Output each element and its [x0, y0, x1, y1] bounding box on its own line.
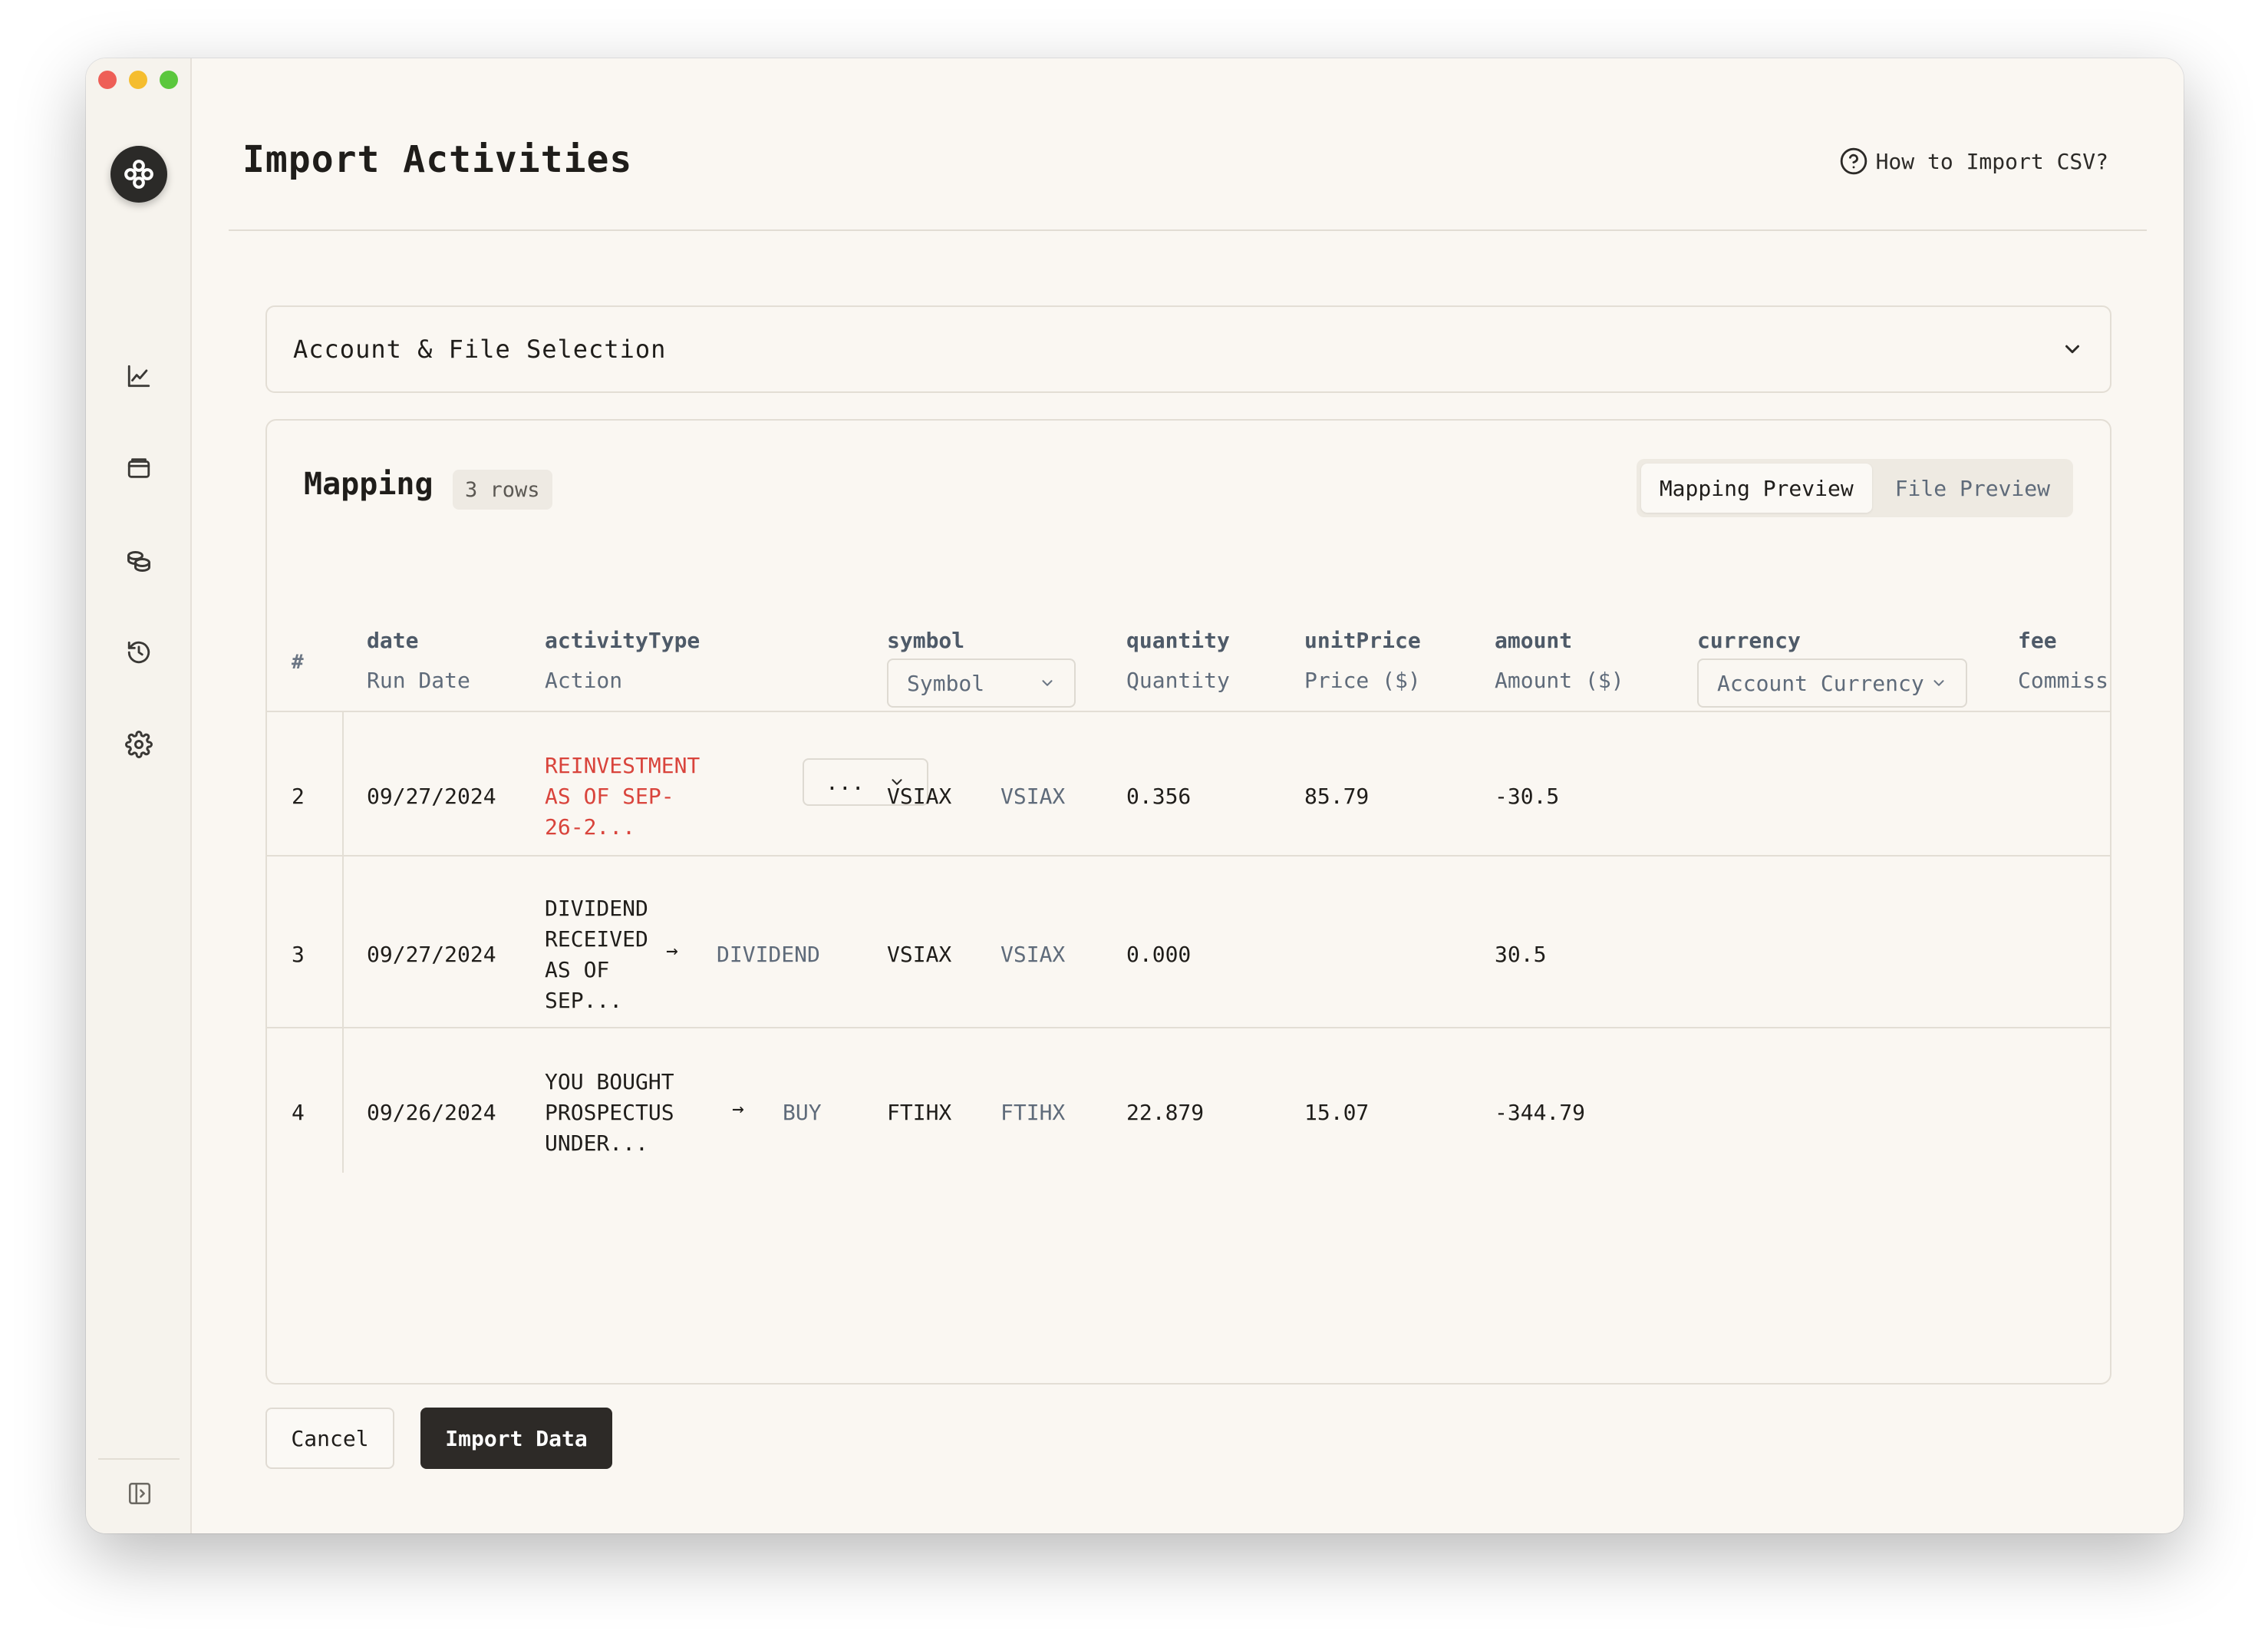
row-symbol-mapped: VSIAX — [1000, 942, 1066, 967]
activity-type-select-value: ... — [826, 769, 865, 795]
column-key-date: date — [367, 628, 419, 653]
app-window: Import Activities How to Import CSV? Acc… — [86, 58, 2184, 1533]
accordion-title: Account & File Selection — [293, 335, 667, 364]
minimize-window-button[interactable] — [129, 71, 147, 89]
page-title: Import Activities — [242, 138, 633, 181]
column-sub-fee: Commiss — [2018, 668, 2109, 693]
mapping-arrow: → — [732, 1097, 744, 1121]
row-quantity: 22.879 — [1126, 1100, 1205, 1125]
question-circle-icon — [1840, 147, 1867, 175]
row-number-header: # — [292, 651, 304, 674]
currency-column-select[interactable]: Account Currency — [1697, 658, 1967, 708]
row-action-line: 26-2... — [545, 814, 636, 840]
tab-file-preview[interactable]: File Preview — [1877, 464, 2069, 513]
column-sub-date: Run Date — [367, 668, 470, 693]
cancel-button[interactable]: Cancel — [265, 1408, 394, 1469]
row-action-line: YOU BOUGHT — [545, 1069, 674, 1094]
row-unit-price: 85.79 — [1304, 784, 1370, 809]
row-action-line: RECEIVED — [545, 926, 648, 952]
row-action-line: UNDER... — [545, 1130, 648, 1156]
row-symbol-raw: VSIAX — [887, 942, 952, 967]
row-action-line: SEP... — [545, 988, 623, 1013]
row-action-text: REINVESTMENT AS OF SEP- 26-2... — [545, 751, 700, 843]
chevron-down-icon — [1042, 680, 1053, 686]
row-quantity: 0.356 — [1126, 784, 1192, 809]
row-action-line: PROSPECTUS — [545, 1100, 674, 1125]
row-symbol-mapped: FTIHX — [1000, 1100, 1066, 1125]
history-icon[interactable] — [122, 635, 156, 669]
column-key-symbol: symbol — [887, 628, 965, 653]
row-symbol-raw: FTIHX — [887, 1100, 952, 1125]
row-action-line: DIVIDEND — [545, 896, 648, 921]
currency-column-select-value: Account Currency — [1717, 670, 1924, 696]
table-header-divider — [267, 711, 2110, 712]
row-date: 09/27/2024 — [367, 942, 496, 967]
row-action-text: YOU BOUGHT PROSPECTUS UNDER... — [545, 1067, 674, 1159]
column-key-quantity: quantity — [1126, 628, 1230, 653]
zoom-window-button[interactable] — [160, 71, 178, 89]
symbol-column-select[interactable]: Symbol — [887, 658, 1076, 708]
row-mapped-type[interactable]: DIVIDEND — [717, 939, 820, 970]
sidebar-toggle-icon[interactable] — [124, 1478, 155, 1509]
app-logo-icon[interactable] — [110, 146, 167, 203]
symbol-column-select-value: Symbol — [907, 670, 985, 696]
rows-count-badge: 3 rows — [453, 470, 552, 510]
chevron-down-icon — [1933, 680, 1944, 686]
help-link-label: How to Import CSV? — [1875, 148, 2108, 174]
row-number-divider — [342, 712, 344, 1173]
row-mapped-type[interactable]: BUY — [783, 1097, 822, 1128]
close-window-button[interactable] — [98, 71, 117, 89]
column-sub-quantity: Quantity — [1126, 668, 1230, 693]
row-symbol-raw: VSIAX — [887, 784, 952, 809]
gear-icon[interactable] — [122, 728, 156, 761]
column-sub-amount: Amount ($) — [1495, 668, 1624, 693]
row-quantity: 0.000 — [1126, 942, 1192, 967]
column-key-currency: currency — [1697, 628, 1801, 653]
header-divider — [229, 229, 2147, 231]
column-sub-activity-type: Action — [545, 668, 623, 693]
account-file-selection-accordion[interactable]: Account & File Selection — [265, 305, 2111, 393]
row-action-line: AS OF SEP- — [545, 784, 674, 809]
row-divider — [267, 855, 2110, 857]
sidebar-divider — [98, 1458, 180, 1460]
row-number: 2 — [292, 784, 305, 809]
column-key-amount: amount — [1495, 628, 1573, 653]
row-amount: -344.79 — [1495, 1100, 1586, 1125]
mapping-card: Mapping 3 rows Mapping Preview File Prev… — [265, 419, 2111, 1385]
row-number: 3 — [292, 942, 305, 967]
sidebar — [86, 58, 192, 1533]
row-divider — [267, 1027, 2110, 1028]
column-key-activity-type: activityType — [545, 628, 701, 653]
wallet-icon[interactable] — [122, 451, 156, 485]
mapping-arrow: → — [666, 939, 678, 962]
row-symbol-mapped: VSIAX — [1000, 784, 1066, 809]
row-unit-price: 15.07 — [1304, 1100, 1370, 1125]
help-link[interactable]: How to Import CSV? — [1839, 147, 2108, 176]
tab-mapping-preview[interactable]: Mapping Preview — [1640, 464, 1872, 513]
row-number: 4 — [292, 1100, 305, 1125]
chevron-down-icon — [2065, 345, 2079, 354]
row-amount: -30.5 — [1495, 784, 1560, 809]
coins-icon[interactable] — [122, 543, 156, 577]
mapping-title: Mapping — [304, 467, 433, 502]
row-action-text: DIVIDEND RECEIVED AS OF SEP... — [545, 893, 648, 1016]
column-sub-unit-price: Price ($) — [1304, 668, 1421, 693]
column-key-fee: fee — [2018, 628, 2057, 653]
chart-icon[interactable] — [122, 359, 156, 393]
row-action-line: AS OF — [545, 957, 610, 982]
row-date: 09/26/2024 — [367, 1100, 496, 1125]
preview-toggle: Mapping Preview File Preview — [1636, 459, 2073, 517]
row-amount: 30.5 — [1495, 942, 1547, 967]
row-action-line: REINVESTMENT — [545, 753, 701, 778]
import-data-button[interactable]: Import Data — [420, 1408, 612, 1469]
column-key-unit-price: unitPrice — [1304, 628, 1421, 653]
row-date: 09/27/2024 — [367, 784, 496, 809]
